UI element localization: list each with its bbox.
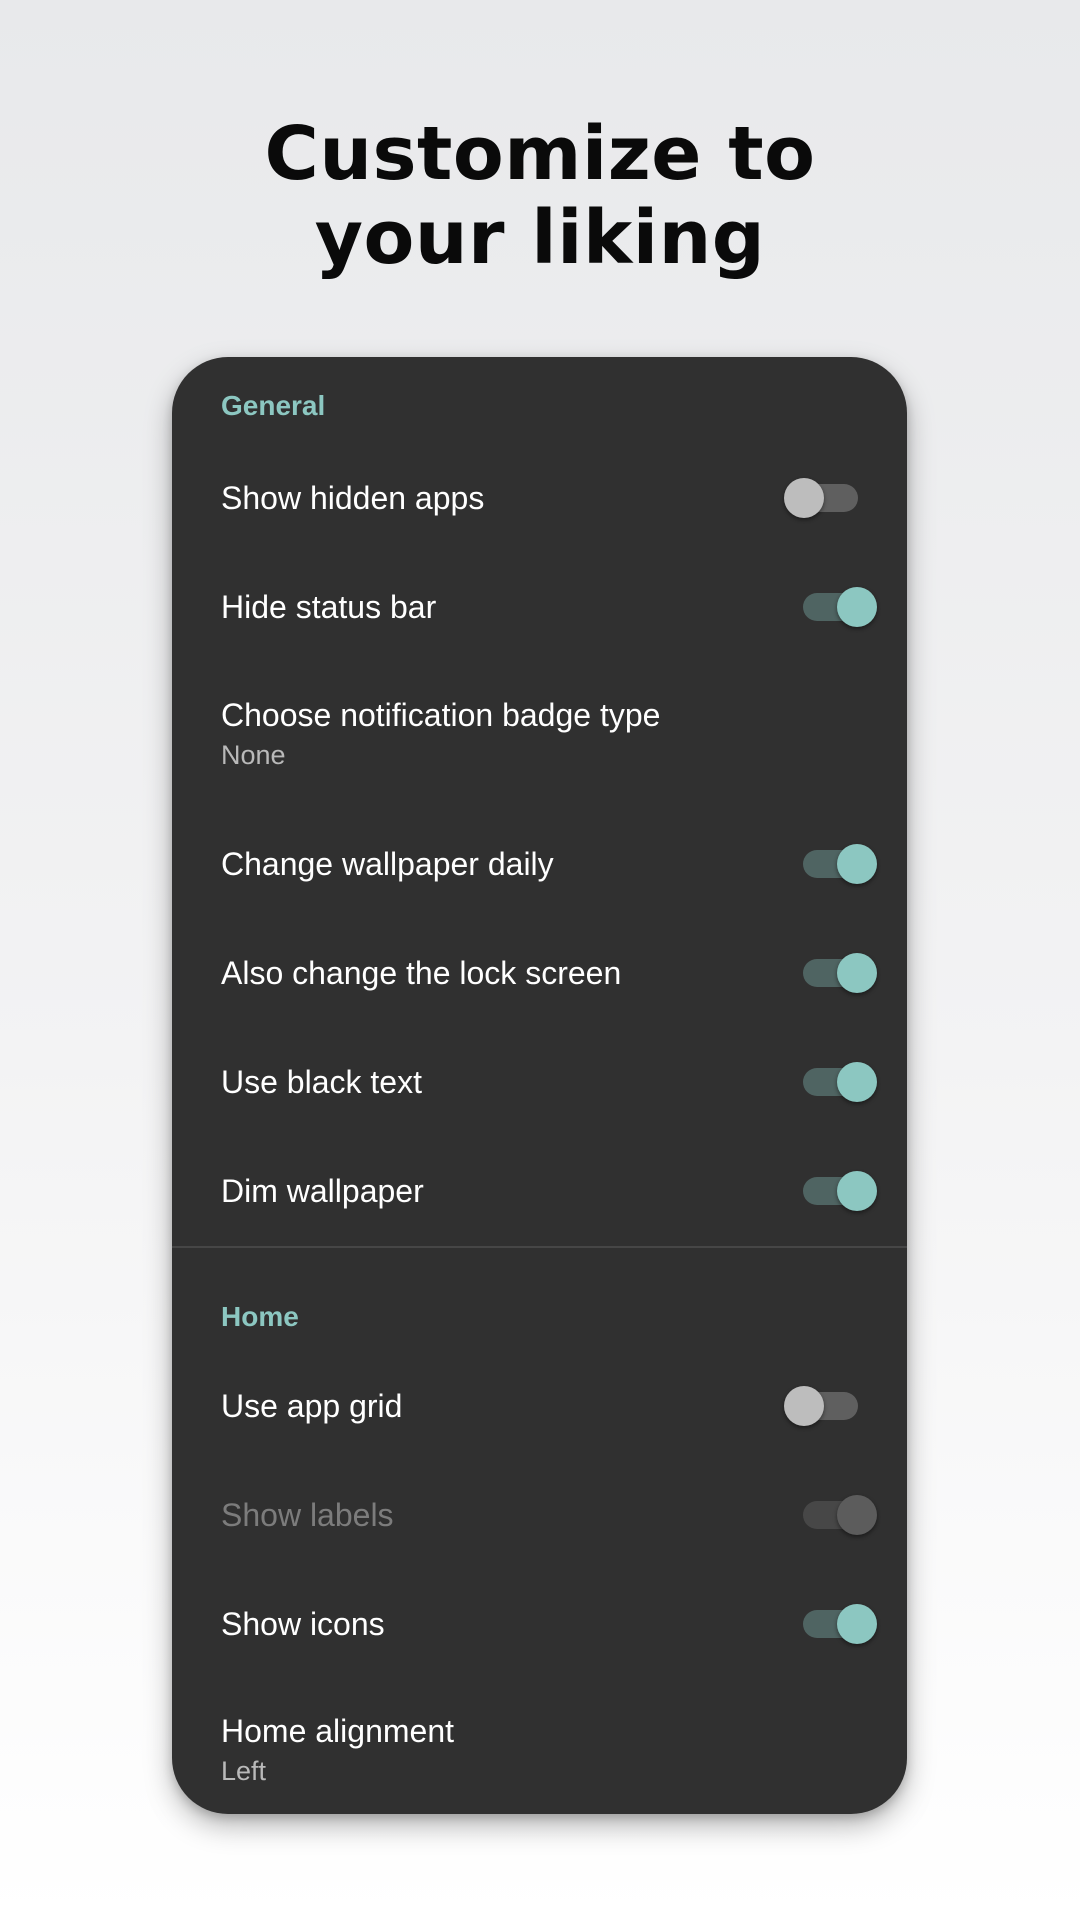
setting-title: Use app grid [221, 1388, 403, 1424]
section-divider [172, 1246, 907, 1248]
switch-thumb [837, 587, 877, 627]
dim-wallpaper-switch[interactable] [797, 1167, 877, 1215]
headline-line-1: Customize to [264, 111, 816, 197]
settings-card: General Show hidden apps Hide status bar… [172, 357, 907, 1814]
setting-hide-status-bar[interactable]: Hide status bar [172, 557, 907, 657]
section-header-home: Home [221, 1301, 299, 1332]
setting-notification-badge-type[interactable]: Choose notification badge type None [172, 667, 907, 787]
setting-title: Change wallpaper daily [221, 846, 554, 882]
switch-thumb [784, 1386, 824, 1426]
show-hidden-apps-switch[interactable] [784, 474, 864, 522]
setting-subtitle: Left [221, 1756, 267, 1786]
switch-thumb [784, 478, 824, 518]
switch-thumb [837, 1171, 877, 1211]
show-labels-switch [797, 1491, 877, 1539]
setting-title: Show labels [221, 1497, 394, 1533]
headline: Customize to your liking [0, 112, 1080, 280]
setting-change-wallpaper-daily[interactable]: Change wallpaper daily [172, 814, 907, 914]
headline-line-2: your liking [314, 195, 766, 281]
use-app-grid-switch[interactable] [784, 1382, 864, 1430]
switch-thumb [837, 844, 877, 884]
setting-dim-wallpaper[interactable]: Dim wallpaper [172, 1141, 907, 1241]
setting-title: Use black text [221, 1064, 422, 1100]
setting-title: Show icons [221, 1606, 385, 1642]
setting-title: Dim wallpaper [221, 1173, 424, 1209]
change-wallpaper-daily-switch[interactable] [797, 840, 877, 888]
switch-thumb [837, 953, 877, 993]
setting-title: Show hidden apps [221, 480, 485, 516]
hide-status-bar-switch[interactable] [797, 583, 877, 631]
change-lock-screen-switch[interactable] [797, 949, 877, 997]
switch-thumb [837, 1604, 877, 1644]
setting-use-app-grid[interactable]: Use app grid [172, 1356, 907, 1456]
setting-title: Hide status bar [221, 589, 437, 625]
setting-title: Also change the lock screen [221, 955, 622, 991]
setting-title: Choose notification badge type [221, 697, 661, 733]
setting-title: Home alignment [221, 1713, 454, 1749]
switch-thumb [837, 1062, 877, 1102]
use-black-text-switch[interactable] [797, 1058, 877, 1106]
show-icons-switch[interactable] [797, 1600, 877, 1648]
setting-change-lock-screen[interactable]: Also change the lock screen [172, 923, 907, 1023]
setting-show-hidden-apps[interactable]: Show hidden apps [172, 448, 907, 548]
switch-thumb [837, 1495, 877, 1535]
setting-show-icons[interactable]: Show icons [172, 1574, 907, 1674]
setting-show-labels: Show labels [172, 1465, 907, 1565]
setting-subtitle: None [221, 740, 286, 770]
setting-use-black-text[interactable]: Use black text [172, 1032, 907, 1132]
setting-home-alignment[interactable]: Home alignment Left [172, 1683, 907, 1803]
section-header-general: General [221, 390, 326, 421]
